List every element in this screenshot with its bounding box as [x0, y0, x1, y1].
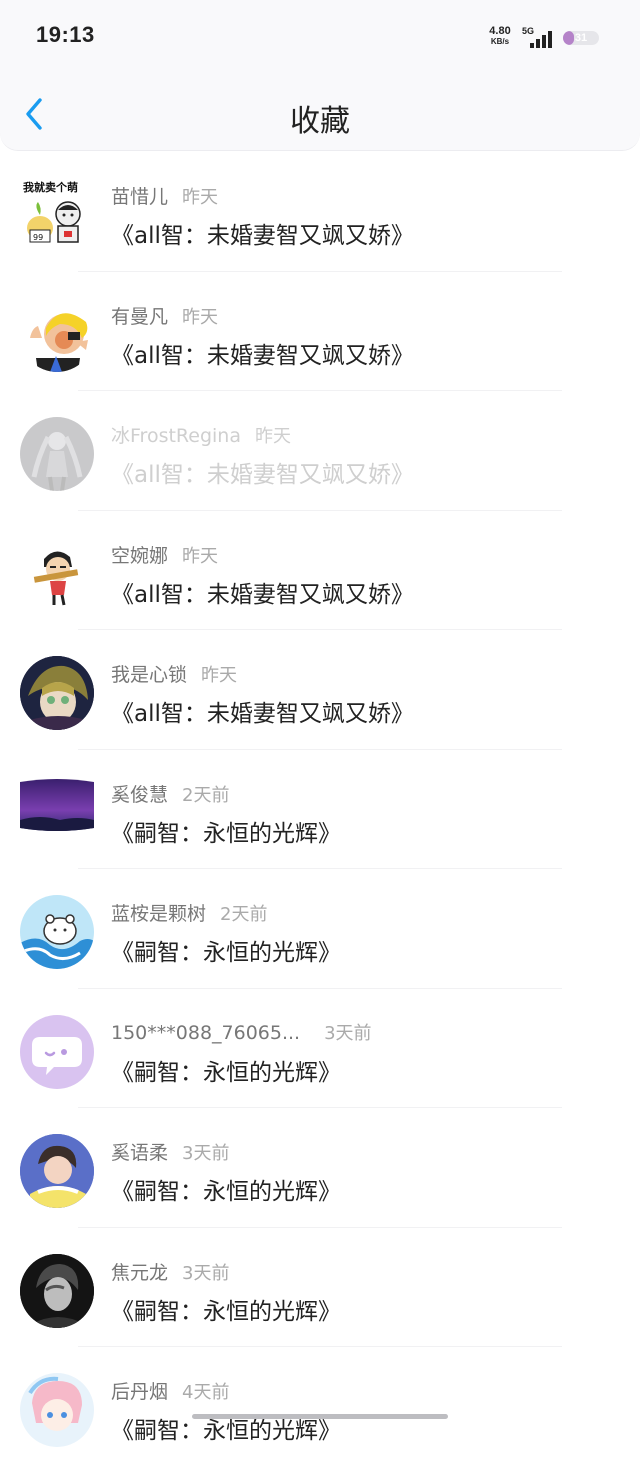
list-item[interactable]: 奚语柔 3天前 《嗣智：永恒的光辉》 — [0, 1108, 640, 1228]
list-item[interactable]: 空婉娜 昨天 《all智：未婚妻智又飒又娇》 — [0, 511, 640, 630]
user-name[interactable]: 后丹烟 4天前 — [111, 1377, 229, 1404]
favorite-title[interactable]: 《嗣智：永恒的光辉》 — [111, 814, 341, 848]
list-item[interactable]: 冰FrostRegina 昨天 《all智：未婚妻智又飒又娇》 — [0, 391, 640, 511]
favorite-title[interactable]: 《嗣智：永恒的光辉》 — [111, 933, 341, 967]
avatar[interactable] — [20, 417, 94, 491]
favorite-title[interactable]: 《all智：未婚妻智又飒又娇》 — [111, 455, 414, 489]
network-speed-value: 4.80 — [489, 25, 511, 37]
svg-text:99: 99 — [33, 233, 43, 242]
favorite-title[interactable]: 《嗣智：永恒的光辉》 — [111, 1172, 341, 1206]
time-label: 昨天 — [254, 426, 291, 447]
battery-icon: 31 — [563, 31, 599, 45]
list-item[interactable]: 奚俊慧 2天前 《嗣智：永恒的光辉》 — [0, 750, 640, 869]
list-item[interactable]: 焦元龙 3天前 《嗣智：永恒的光辉》 — [0, 1228, 640, 1347]
user-name[interactable]: 有曼凡 昨天 — [111, 302, 218, 329]
avatar[interactable] — [20, 656, 94, 730]
favorite-title[interactable]: 《all智：未婚妻智又飒又娇》 — [111, 694, 414, 728]
list-item[interactable]: 有曼凡 昨天 《all智：未婚妻智又飒又娇》 — [0, 272, 640, 391]
favorite-title[interactable]: 《嗣智：永恒的光辉》 — [111, 1053, 341, 1087]
user-name[interactable]: 150***088_76065... 3天前 — [111, 1019, 372, 1045]
user-name[interactable]: 苗惜儿 昨天 — [111, 182, 218, 209]
time-label: 3天前 — [182, 1262, 230, 1284]
list-item[interactable]: 我是心锁 昨天 《all智：未婚妻智又飒又娇》 — [0, 630, 640, 750]
favorite-title[interactable]: 《all智：未婚妻智又飒又娇》 — [111, 575, 414, 609]
time-label: 昨天 — [182, 545, 219, 567]
time-label: 4天前 — [182, 1382, 230, 1403]
time-label: 2天前 — [182, 784, 230, 806]
user-name[interactable]: 奚俊慧 2天前 — [111, 780, 229, 807]
status-bar: 19:13 4.80 KB/s 5G 31 — [0, 0, 640, 76]
avatar[interactable] — [20, 1134, 94, 1208]
avatar[interactable] — [20, 536, 94, 611]
favorite-title[interactable]: 《all智：未婚妻智又飒又娇》 — [111, 336, 414, 370]
user-name[interactable]: 焦元龙 3天前 — [111, 1258, 229, 1285]
avatar[interactable]: 我就卖个萌 99 — [20, 178, 94, 252]
network-speed: 4.80 KB/s — [484, 26, 516, 47]
list-item[interactable]: 150***088_76065... 3天前 《嗣智：永恒的光辉》 — [0, 989, 640, 1108]
avatar[interactable] — [20, 895, 94, 969]
svg-text:我就卖个萌: 我就卖个萌 — [23, 180, 78, 194]
page-title: 收藏 — [290, 104, 350, 139]
user-name[interactable]: 空婉娜 昨天 — [111, 541, 218, 568]
user-name[interactable]: 我是心锁 昨天 — [111, 660, 237, 687]
network-speed-unit: KB/s — [490, 37, 510, 46]
user-name[interactable]: 奚语柔 3天前 — [111, 1138, 229, 1165]
time-label: 3天前 — [324, 1022, 372, 1044]
avatar[interactable] — [20, 1014, 94, 1089]
battery-level: 31 — [574, 32, 588, 44]
avatar[interactable] — [20, 776, 94, 850]
avatar[interactable] — [20, 297, 94, 372]
status-time: 19:13 — [36, 22, 95, 47]
network-type: 5G — [522, 26, 535, 36]
user-name[interactable]: 蓝桉是颗树 2天前 — [111, 899, 267, 926]
time-label: 昨天 — [201, 665, 238, 686]
user-name[interactable]: 冰FrostRegina 昨天 — [111, 421, 291, 448]
time-label: 3天前 — [182, 1143, 230, 1164]
page-header: 收藏 — [0, 76, 640, 151]
favorite-title[interactable]: 《嗣智：永恒的光辉》 — [111, 1292, 341, 1326]
avatar[interactable] — [20, 1373, 94, 1447]
time-label: 昨天 — [182, 187, 219, 208]
favorite-title[interactable]: 《all智：未婚妻智又飒又娇》 — [111, 216, 414, 250]
list-item[interactable]: 蓝桉是颗树 2天前 《嗣智：永恒的光辉》 — [0, 869, 640, 989]
time-label: 昨天 — [182, 306, 219, 328]
time-label: 2天前 — [220, 904, 268, 925]
avatar[interactable] — [20, 1253, 94, 1328]
list-item[interactable]: 我就卖个萌 99 苗惜儿 昨天 《all智：未婚妻智又飒又娇》 — [0, 152, 640, 272]
favorites-list: 我就卖个萌 99 苗惜儿 昨天 《all智：未婚妻智又飒又娇》 有曼凡 昨天 《… — [0, 152, 640, 1467]
home-indicator[interactable] — [192, 1414, 448, 1419]
chat-bubble-icon — [32, 1036, 82, 1075]
signal-icon: 5G — [522, 26, 558, 48]
list-item[interactable]: 后丹烟 4天前 《嗣智：永恒的光辉》 — [0, 1347, 640, 1467]
